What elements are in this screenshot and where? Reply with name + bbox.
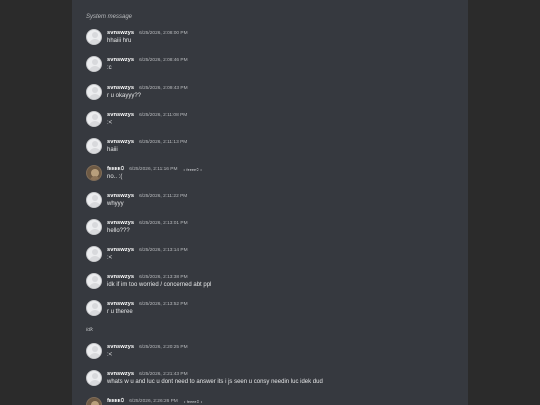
user-avatar[interactable] [86,246,102,262]
message-meta: svnswzys 6/25/2026, 2:13:14 PM [107,246,188,254]
message-8: svnswzys 6/25/2026, 2:13:01 PM hello??? [86,219,458,245]
user-tag: • fᴇᴇᴇᴇ𝟶 • [183,398,203,404]
message-3: svnswzys 6/25/2026, 2:09:43 PM r u okayy… [86,84,458,110]
user-avatar[interactable] [86,29,102,45]
timestamp: 6/25/2026, 2:13:52 PM [139,301,188,307]
username[interactable]: svnswzys [107,30,134,36]
user-avatar[interactable] [86,84,102,100]
timestamp: 6/25/2026, 2:13:01 PM [139,220,188,226]
message-meta: fᴇᴇᴇᴇ𝟶 6/25/2026, 2:26:26 PM • fᴇᴇᴇᴇ𝟶 • [107,397,202,405]
username[interactable]: svnswzys [107,85,134,91]
message-meta: svnswzys 6/25/2026, 2:13:01 PM [107,219,188,227]
username[interactable]: fᴇᴇᴇᴇ𝟶 [107,166,124,173]
message-content: whats w u and luc u dont need to answer … [107,379,323,385]
message-meta: svnswzys 6/25/2026, 2:09:43 PM [107,84,188,92]
timestamp: 6/25/2026, 2:11:22 PM [139,193,188,199]
user-tag: • fᴇᴇᴇᴇ𝟶 • [183,166,202,172]
user-avatar[interactable] [86,343,102,359]
user-avatar[interactable] [86,138,102,154]
user-avatar[interactable] [86,273,102,289]
cat-avatar[interactable] [86,397,102,405]
message-meta: svnswzys 6/25/2026, 2:21:43 PM [107,370,188,378]
message-content: :< [107,120,113,126]
username[interactable]: svnswzys [107,193,134,199]
user-avatar[interactable] [86,300,102,316]
username[interactable]: svnswzys [107,220,134,226]
separator-note: idk [86,327,94,333]
timestamp: 6/25/2026, 2:26:26 PM [129,398,178,404]
message-12: svnswzys 6/25/2026, 2:20:25 PM :< [86,343,458,369]
message-content: hello??? [107,228,130,234]
cat-avatar[interactable] [86,165,102,181]
username[interactable]: svnswzys [107,247,134,253]
message-meta: svnswzys 6/25/2026, 2:08:00 PM [107,29,188,37]
user-avatar[interactable] [86,111,102,127]
message-meta: svnswzys 6/25/2026, 2:11:13 PM [107,138,187,146]
timestamp: 6/25/2026, 2:09:43 PM [139,85,188,91]
message-meta: svnswzys 6/25/2026, 2:08:46 PM [107,56,188,64]
message-11: svnswzys 6/25/2026, 2:13:52 PM r u there… [86,300,458,326]
username[interactable]: svnswzys [107,344,134,350]
user-avatar[interactable] [86,370,102,386]
user-avatar[interactable] [86,56,102,72]
timestamp: 6/25/2026, 2:13:38 PM [139,274,188,280]
message-13: svnswzys 6/25/2026, 2:21:43 PM whats w u… [86,370,458,396]
system-message-header: System message [86,14,133,20]
timestamp: 6/25/2026, 2:08:00 PM [139,30,188,36]
message-meta: svnswzys 6/25/2026, 2:11:22 PM [107,192,187,200]
message-content: haiii [107,147,118,153]
message-meta: fᴇᴇᴇᴇ𝟶 6/25/2026, 2:11:16 PM • fᴇᴇᴇᴇ𝟶 • [107,165,202,173]
message-content: :< [107,255,113,261]
timestamp: 6/25/2026, 2:21:43 PM [139,371,188,377]
message-content: :c [107,65,112,71]
user-avatar[interactable] [86,219,102,235]
username[interactable]: svnswzys [107,274,134,280]
message-1: svnswzys 6/25/2026, 2:08:00 PM hhaiii hr… [86,29,458,55]
username[interactable]: svnswzys [107,112,134,118]
username[interactable]: svnswzys [107,301,134,307]
timestamp: 6/25/2026, 2:11:13 PM [139,139,188,145]
message-content: whyyy [107,201,124,207]
message-5: svnswzys 6/25/2026, 2:11:13 PM haiii [86,138,458,164]
message-meta: svnswzys 6/25/2026, 2:20:25 PM [107,343,188,351]
timestamp: 6/25/2026, 2:20:25 PM [139,344,188,350]
message-content: no.. :( [107,174,123,180]
timestamp: 6/25/2026, 2:13:14 PM [139,247,188,253]
message-2: svnswzys 6/25/2026, 2:08:46 PM :c [86,56,458,82]
message-meta: svnswzys 6/25/2026, 2:13:52 PM [107,300,188,308]
username[interactable]: svnswzys [107,371,134,377]
message-meta: svnswzys 6/25/2026, 2:11:08 PM [107,111,187,119]
message-content: r u okayyy?? [107,93,142,99]
chat-log: System message svnswzys 6/25/2026, 2:08:… [72,0,468,405]
message-content: idk if im too worried / concerned abt pp… [107,282,212,288]
screen: System message svnswzys 6/25/2026, 2:08:… [0,0,540,405]
message-meta: svnswzys 6/25/2026, 2:13:38 PM [107,273,188,281]
message-6: fᴇᴇᴇᴇ𝟶 6/25/2026, 2:11:16 PM • fᴇᴇᴇᴇ𝟶 • … [86,165,458,191]
message-content: :< [107,352,113,358]
user-avatar[interactable] [86,192,102,208]
username[interactable]: svnswzys [107,57,134,63]
message-content: r u theree [107,309,133,315]
message-9: svnswzys 6/25/2026, 2:13:14 PM :< [86,246,458,272]
message-content: hhaiii hru [107,38,132,44]
username[interactable]: svnswzys [107,139,134,145]
message-7: svnswzys 6/25/2026, 2:11:22 PM whyyy [86,192,458,218]
message-10: svnswzys 6/25/2026, 2:13:38 PM idk if im… [86,273,458,299]
timestamp: 6/25/2026, 2:08:46 PM [139,57,188,63]
message-4: svnswzys 6/25/2026, 2:11:08 PM :< [86,111,458,137]
username[interactable]: fᴇᴇᴇᴇ𝟶 [107,398,124,405]
timestamp: 6/25/2026, 2:11:16 PM [129,166,178,172]
message-14: fᴇᴇᴇᴇ𝟶 6/25/2026, 2:26:26 PM • fᴇᴇᴇᴇ𝟶 • [86,397,458,405]
timestamp: 6/25/2026, 2:11:08 PM [139,112,188,118]
